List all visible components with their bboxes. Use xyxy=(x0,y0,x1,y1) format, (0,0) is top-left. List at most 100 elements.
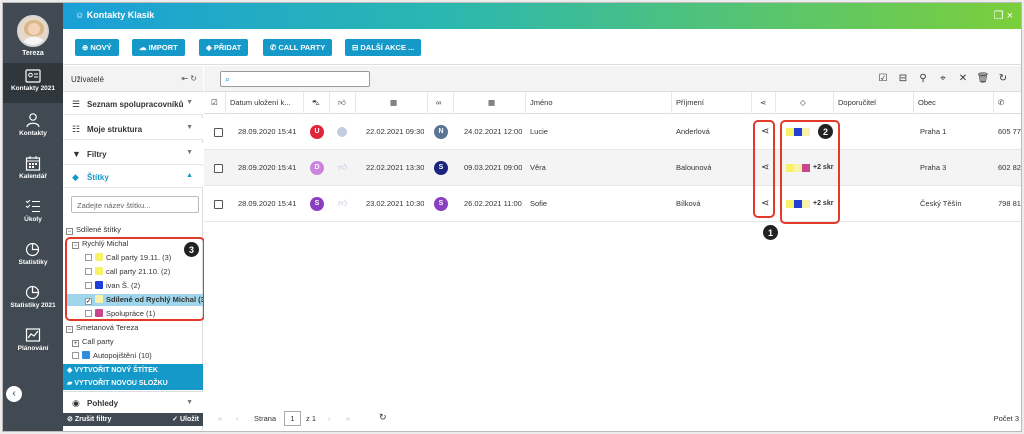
window-title: ☺ Kontakty Klasik xyxy=(75,10,155,20)
phone-icon: ✆ xyxy=(270,43,277,52)
nav-kontakty[interactable]: Kontakty xyxy=(3,106,63,146)
table-row[interactable]: 28.09.2020 15:41 S 👍︎ 23.02.2021 10:30 S… xyxy=(204,186,1021,222)
avatar[interactable] xyxy=(17,15,49,47)
next-page-icon[interactable]: › xyxy=(328,414,331,423)
more-actions-button[interactable]: ⊟ DALŠÍ AKCE ... xyxy=(345,39,422,56)
last-page-icon[interactable]: » xyxy=(346,414,350,423)
trend-chart-icon xyxy=(25,328,41,342)
window-titlebar: ☺ Kontakty Klasik ❐ × xyxy=(63,3,1021,29)
import-button[interactable]: ☁ IMPORT xyxy=(132,39,185,56)
grid-actions: ☑ ⊟ ⚲ ⌖ ✕ 🗑︎ ↻ xyxy=(873,73,1013,84)
chevron-down-icon: ▼ xyxy=(186,399,193,406)
unpin-icon[interactable]: ⌖ xyxy=(933,73,953,84)
panel-row-filters[interactable]: ▼ Filtry ▼ xyxy=(63,143,203,165)
chevron-down-icon: ▼ xyxy=(186,149,193,156)
row-checkbox[interactable] xyxy=(214,128,223,137)
callout-badge-1: 1 xyxy=(762,224,779,241)
nav-planovani[interactable]: Plánování xyxy=(3,321,63,361)
col-last-name[interactable]: Příjmení xyxy=(672,92,752,114)
page-input[interactable]: 1 xyxy=(284,411,301,426)
thumb-up-icon: 👍︎ xyxy=(338,162,348,172)
person-icon xyxy=(26,113,40,128)
tree-smetanova[interactable]: − Smetanová Tereza xyxy=(66,322,138,334)
avatar: S xyxy=(434,161,448,175)
pie-chart-icon xyxy=(25,242,40,257)
pager: « ‹ Strana 1 z 1 › » ↻ Počet 3 xyxy=(204,407,1021,431)
list-icon: ☰ xyxy=(72,99,81,109)
folder-icon: ▰ xyxy=(67,380,73,387)
chevron-up-icon: ▲ xyxy=(186,172,193,179)
contact-card-icon xyxy=(25,69,41,83)
nav-statistiky[interactable]: Statistiky xyxy=(3,235,63,275)
new-button[interactable]: ⊕ NOVÝ xyxy=(75,39,119,56)
share-icon[interactable]: ⋖ xyxy=(752,92,776,114)
filter-panel: Uživatelé ⇤ ↻ ☰ Seznam spolupracovníků ▼… xyxy=(63,66,205,431)
tree-tag-item[interactable]: Autopojištění (10) xyxy=(72,350,152,362)
refresh-icon[interactable]: ↻ xyxy=(993,73,1013,84)
avatar: D xyxy=(310,161,324,175)
table-row[interactable]: 28.09.2020 15:41 D 👍︎ 22.02.2021 13:30 S… xyxy=(204,150,1021,186)
panel-row-views[interactable]: ◉ Pohledy ▼ xyxy=(63,391,203,413)
callout-box-1 xyxy=(753,120,775,218)
tag-icon: ◆ xyxy=(72,172,79,182)
create-tag-button[interactable]: ◆ VYTVOŘIT NOVÝ ŠTÍTEK xyxy=(63,364,203,377)
nav-kalendar[interactable]: Kalendář xyxy=(3,149,63,189)
clock-icon xyxy=(337,127,347,137)
create-folder-button[interactable]: ▰ VYTVOŘIT NOVOU SLOŽKU xyxy=(63,377,203,390)
panel-row-tags[interactable]: ◆ Štítky ▲ xyxy=(63,166,203,188)
collapse-refresh-icon[interactable]: ⇤ ↻ xyxy=(181,74,197,83)
col-saved-date[interactable]: Datum uložení k... xyxy=(226,92,304,114)
tag-search-input[interactable]: Zadejte název štítku... xyxy=(71,196,199,213)
select-all-icon[interactable]: ☑ xyxy=(204,92,226,114)
avatar: S xyxy=(434,197,448,211)
calendar-icon[interactable]: ▦ xyxy=(454,92,526,114)
panel-row-structure[interactable]: ☷ Moje struktura ▼ xyxy=(63,118,203,140)
call-party-button[interactable]: ✆ CALL PARTY xyxy=(263,39,333,56)
refresh-icon[interactable]: ↻ xyxy=(379,412,387,423)
col-referrer[interactable]: Doporučitel xyxy=(834,92,914,114)
person-icon: ☺ xyxy=(75,10,85,20)
prev-page-icon[interactable]: ‹ xyxy=(236,414,239,423)
user-name: Tereza xyxy=(22,50,44,57)
row-checkbox[interactable] xyxy=(214,164,223,173)
col-city[interactable]: Obec xyxy=(914,92,994,114)
thumb-up-icon: 👍︎ xyxy=(338,198,348,208)
check-all-icon[interactable]: ☑ xyxy=(873,73,893,84)
tag-icon[interactable]: ◇ xyxy=(776,92,834,114)
restore-window-icon[interactable]: ❐ xyxy=(994,10,1004,22)
add-button[interactable]: ◆ PŘIDAT xyxy=(199,39,249,56)
clear-icon[interactable]: ✕ xyxy=(953,73,973,84)
close-icon[interactable]: × xyxy=(1007,10,1013,22)
collapse-sidebar-icon[interactable]: ‹ xyxy=(6,386,22,402)
delete-icon[interactable]: 🗑︎ xyxy=(973,73,993,84)
table-row[interactable]: 28.09.2020 15:41 U 22.02.2021 09:30 N 24… xyxy=(204,114,1021,150)
car-icon[interactable]: ⛍ xyxy=(304,92,330,114)
nav-ukoly[interactable]: Úkoly xyxy=(3,192,63,232)
chevron-down-icon: ▼ xyxy=(186,124,193,131)
app-sidebar: Tereza Kontakty 2021 Kontakty Kalendář Ú… xyxy=(3,3,63,431)
save-button[interactable]: ✓ Uložit xyxy=(172,413,199,426)
phone-icon[interactable]: ✆ xyxy=(994,92,1021,114)
nav-statistiky-2021[interactable]: Statistiky 2021 xyxy=(3,278,63,318)
uncheck-icon[interactable]: ⊟ xyxy=(893,73,913,84)
pin-icon[interactable]: ⚲ xyxy=(913,73,933,84)
menu-box-icon: ⊟ xyxy=(352,43,359,52)
col-first-name[interactable]: Jméno xyxy=(526,92,672,114)
thumb-up-icon[interactable]: 👍︎ xyxy=(330,92,356,114)
contacts-grid: ⌕ ☑ ⊟ ⚲ ⌖ ✕ 🗑︎ ↻ ☑ Datum uložení k... ⛍ 👍︎ ▦ ∞… xyxy=(204,66,1021,431)
grid-search-input[interactable]: ⌕ xyxy=(220,71,370,87)
tree-shared-tags[interactable]: − Sdílené štítky xyxy=(66,224,121,236)
avatar: U xyxy=(310,125,324,139)
tree-call-party[interactable]: + Call party xyxy=(72,336,114,348)
calendar-icon[interactable]: ▦ xyxy=(356,92,428,114)
cancel-filters-button[interactable]: ⊘ Zrušit filtry xyxy=(67,413,111,426)
first-page-icon[interactable]: « xyxy=(218,414,222,423)
nav-kontakty-2021[interactable]: Kontakty 2021 xyxy=(3,63,63,103)
callout-badge-3: 3 xyxy=(183,241,200,258)
plus-circle-icon: ⊕ xyxy=(82,43,89,52)
search-icon: ⌕ xyxy=(225,74,231,84)
glasses-icon[interactable]: ∞ xyxy=(428,92,454,114)
panel-row-coworkers[interactable]: ☰ Seznam spolupracovníků ▼ xyxy=(63,93,203,115)
row-checkbox[interactable] xyxy=(214,200,223,209)
avatar: S xyxy=(310,197,324,211)
